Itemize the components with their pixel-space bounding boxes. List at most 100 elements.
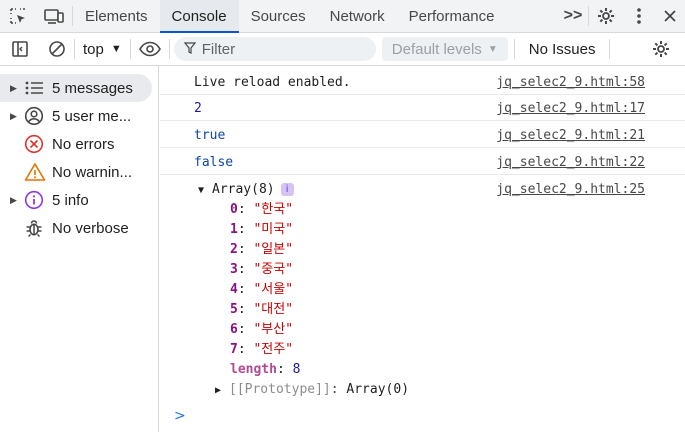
user-icon [24,106,50,126]
warning-icon [24,162,50,182]
source-link[interactable]: jq_selec2_9.html:58 [496,75,645,90]
expand-caret-icon[interactable]: ▶ [10,111,24,122]
divider [168,39,170,59]
more-tabs-button[interactable]: >> [558,0,588,32]
sidebar-item-label: No errors [52,135,115,153]
array-entry: 5: "대전" [230,300,293,320]
tab-sources[interactable]: Sources [239,0,318,32]
tab-network[interactable]: Network [318,0,397,32]
sidebar-item-label: No warnin... [52,163,133,181]
source-link[interactable]: jq_selec2_9.html:22 [496,155,645,170]
sidebar-item-info[interactable]: ▶ 5 info [0,186,152,214]
context-selector[interactable]: top ▼ [75,33,130,66]
entry-value: "한국" [253,202,294,217]
entry-value: "미국" [253,222,294,237]
source-link[interactable]: jq_selec2_9.html:21 [496,128,645,143]
entry-colon: : [276,362,293,377]
expand-caret-icon[interactable]: ▶ [10,195,24,206]
info-icon [24,190,50,210]
dropdown-arrow-icon: ▼ [487,43,498,55]
message-number: 2 [194,101,202,116]
source-link[interactable]: jq_selec2_9.html:17 [496,101,645,116]
info-badge-icon[interactable]: i [280,183,294,196]
filter-placeholder: Filter [201,40,236,58]
entry-key: 4 [230,282,238,297]
console-message: 2 jq_selec2_9.html:17 [160,95,685,121]
console-toolbar: top ▼ Filter Default levels ▼ No Issues [0,33,685,66]
error-icon [24,134,50,154]
expand-caret-icon[interactable]: ▶ [10,83,24,94]
more-tabs-label: >> [563,7,583,24]
entry-key: 3 [230,262,238,277]
list-icon [24,80,50,96]
console-message: false jq_selec2_9.html:22 [160,148,685,175]
entry-value: "중국" [253,262,294,277]
array-entry: 3: "중국" [230,260,293,280]
bug-icon [24,218,50,238]
issues-button[interactable]: No Issues [529,41,596,58]
entry-colon: : [237,322,254,337]
length-value: 8 [292,362,301,377]
sidebar-item-user-messages[interactable]: ▶ 5 user me... [0,102,152,130]
sidebar-item-label: No verbose [52,219,129,237]
console-prompt[interactable]: > [174,408,186,424]
console-message: Live reload enabled. jq_selec2_9.html:58 [160,68,685,95]
sidebar-item-label: 5 user me... [52,107,132,125]
expand-caret-icon[interactable]: ▶ [215,381,229,401]
collapse-caret-icon[interactable]: ▼ [198,185,212,196]
console-message: true jq_selec2_9.html:21 [160,121,685,148]
message-text: Live reload enabled. [194,75,351,90]
array-entry: 2: "일본" [230,240,293,260]
array-entry: 1: "미국" [230,220,293,240]
sidebar-toggle-icon[interactable] [0,33,40,66]
filter-input[interactable]: Filter [173,37,376,61]
close-icon[interactable] [655,0,685,32]
tab-label: Sources [250,7,306,25]
issues-label: No Issues [528,40,596,58]
device-toolbar-icon[interactable] [36,0,72,32]
entry-colon: : [237,302,254,317]
array-entry: 6: "부산" [230,320,293,340]
tab-performance[interactable]: Performance [397,0,507,32]
entry-key: 1 [230,222,238,237]
sidebar-item-label: 5 info [52,191,89,209]
live-expression-eye-icon[interactable] [131,33,169,66]
sidebar-item-messages[interactable]: ▶ 5 messages [0,74,152,102]
dropdown-arrow-icon: ▼ [110,43,122,55]
entry-colon: : [330,382,347,397]
entry-colon: : [237,242,254,257]
settings-gear-icon[interactable] [589,0,623,32]
entry-colon: : [237,282,254,297]
levels-label: Default levels [391,40,482,58]
entry-value: "서울" [253,282,294,297]
entry-colon: : [237,342,254,357]
source-link[interactable]: jq_selec2_9.html:25 [496,182,645,197]
clear-console-icon[interactable] [40,33,74,66]
entry-value: "대전" [253,302,294,317]
array-header-label: Array(8) [212,182,275,197]
array-prototype[interactable]: ▶ [[Prototype]]: Array(0) [215,380,409,400]
tab-label: Performance [408,7,495,25]
entry-key: 2 [230,242,238,257]
entry-key: 5 [230,302,238,317]
sidebar-item-verbose[interactable]: No verbose [0,214,152,242]
entry-value: "일본" [253,242,294,257]
log-levels-dropdown[interactable]: Default levels ▼ [381,37,508,61]
prompt-chevron-icon: > [174,408,186,424]
array-entry: 4: "서울" [230,280,293,300]
prototype-value: Array(0) [346,382,410,397]
tab-label: Network [329,7,385,25]
entry-key: 0 [230,202,238,217]
inspect-element-icon[interactable] [0,0,36,32]
devtools-tab-bar: Elements Console Sources Network Perform… [0,0,685,33]
more-options-icon[interactable] [623,0,655,32]
entry-value: "전주" [253,342,294,357]
array-entry: 0: "한국" [230,200,293,220]
console-sidebar: ▶ 5 messages ▶ 5 user me... No errors No… [0,66,159,432]
sidebar-item-warnings[interactable]: No warnin... [0,158,152,186]
sidebar-item-errors[interactable]: No errors [0,130,152,158]
tab-console[interactable]: Console [159,0,239,33]
array-header[interactable]: ▼ Array(8) i [198,182,294,197]
console-settings-gear-icon[interactable] [637,33,685,66]
tab-elements[interactable]: Elements [73,0,160,32]
